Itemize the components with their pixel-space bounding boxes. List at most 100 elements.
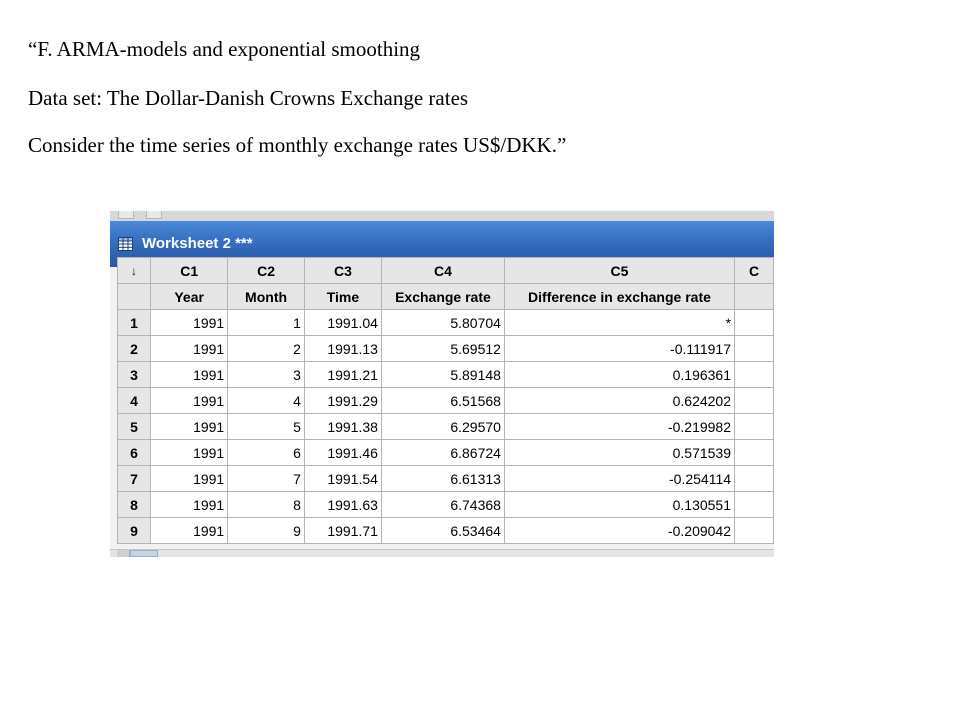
- scroll-thumb[interactable]: [130, 550, 158, 557]
- cell-time[interactable]: 1991.63: [303, 491, 382, 518]
- cell-exchange-rate[interactable]: 5.80704: [380, 309, 505, 336]
- cell-exchange-rate[interactable]: 6.74368: [380, 491, 505, 518]
- cell-year[interactable]: 1991: [150, 387, 229, 414]
- cell-month[interactable]: 8: [227, 491, 305, 518]
- cell-exchange-rate[interactable]: 5.89148: [380, 361, 505, 388]
- row-number[interactable]: 6: [116, 439, 152, 466]
- column-name-month[interactable]: Month: [227, 283, 305, 310]
- column-id-c4[interactable]: C4: [380, 257, 505, 284]
- table-row: 8 1991 8 1991.63 6.74368 0.130551: [116, 491, 774, 518]
- row-number[interactable]: 4: [116, 387, 152, 414]
- window-control-knob[interactable]: [146, 211, 162, 219]
- table-row: 2 1991 2 1991.13 5.69512 -0.111917: [116, 335, 774, 362]
- horizontal-scrollbar[interactable]: [110, 549, 774, 557]
- cell-year[interactable]: 1991: [150, 517, 229, 544]
- worksheet-title: Worksheet 2 ***: [142, 235, 253, 252]
- cell-month[interactable]: 6: [227, 439, 305, 466]
- row-number[interactable]: 5: [116, 413, 152, 440]
- row-number[interactable]: 2: [116, 335, 152, 362]
- cell-year[interactable]: 1991: [150, 439, 229, 466]
- cell-empty[interactable]: [734, 517, 774, 544]
- cell-time[interactable]: 1991.38: [303, 413, 382, 440]
- cell-year[interactable]: 1991: [150, 335, 229, 362]
- column-name-exchange-rate[interactable]: Exchange rate: [380, 283, 505, 310]
- cell-month[interactable]: 4: [227, 387, 305, 414]
- column-id-row: ↓ C1 C2 C3 C4 C5 C: [116, 257, 774, 284]
- slide-dataset-line: Data set: The Dollar-Danish Crowns Excha…: [28, 86, 469, 110]
- worksheet-window: Worksheet 2 *** ↓ C1 C2 C3 C4 C5 C Year …: [110, 211, 774, 557]
- cell-empty[interactable]: [734, 491, 774, 518]
- cell-time[interactable]: 1991.13: [303, 335, 382, 362]
- cell-year[interactable]: 1991: [150, 413, 229, 440]
- cell-exchange-rate[interactable]: 6.53464: [380, 517, 505, 544]
- column-id-c2[interactable]: C2: [227, 257, 305, 284]
- cell-time[interactable]: 1991.71: [303, 517, 382, 544]
- cell-exchange-rate[interactable]: 6.51568: [380, 387, 505, 414]
- cell-empty[interactable]: [734, 439, 774, 466]
- cell-empty[interactable]: [734, 335, 774, 362]
- slide-description-line: Consider the time series of monthly exch…: [28, 133, 567, 157]
- column-name-year[interactable]: Year: [150, 283, 229, 310]
- cell-time[interactable]: 1991.46: [303, 439, 382, 466]
- cell-month[interactable]: 5: [227, 413, 305, 440]
- row-number[interactable]: 1: [116, 309, 152, 336]
- cell-empty[interactable]: [734, 413, 774, 440]
- cell-year[interactable]: 1991: [150, 361, 229, 388]
- cell-time[interactable]: 1991.21: [303, 361, 382, 388]
- cell-difference[interactable]: 0.130551: [503, 491, 736, 518]
- row-number[interactable]: 8: [116, 491, 152, 518]
- cell-time[interactable]: 1991.54: [303, 465, 382, 492]
- scroll-left-arrow-icon[interactable]: [117, 550, 130, 557]
- column-id-c3[interactable]: C3: [303, 257, 382, 284]
- cell-year[interactable]: 1991: [150, 465, 229, 492]
- row-number[interactable]: 7: [116, 465, 152, 492]
- cell-exchange-rate[interactable]: 6.86724: [380, 439, 505, 466]
- cell-difference[interactable]: *: [503, 309, 736, 336]
- cell-difference[interactable]: 0.571539: [503, 439, 736, 466]
- cell-empty[interactable]: [734, 309, 774, 336]
- row-number[interactable]: 9: [116, 517, 152, 544]
- column-name-difference[interactable]: Difference in exchange rate: [503, 283, 736, 310]
- row-number[interactable]: 3: [116, 361, 152, 388]
- table-row: 1 1991 1 1991.04 5.80704 *: [116, 309, 774, 336]
- worksheet-grid: ↓ C1 C2 C3 C4 C5 C Year Month Time Excha…: [116, 257, 774, 544]
- table-row: 5 1991 5 1991.38 6.29570 -0.219982: [116, 413, 774, 440]
- window-control-knob[interactable]: [118, 211, 134, 219]
- table-row: 3 1991 3 1991.21 5.89148 0.196361: [116, 361, 774, 388]
- cell-difference[interactable]: -0.111917: [503, 335, 736, 362]
- cell-empty[interactable]: [734, 361, 774, 388]
- cell-time[interactable]: 1991.04: [303, 309, 382, 336]
- table-row: 6 1991 6 1991.46 6.86724 0.571539: [116, 439, 774, 466]
- column-name-row: Year Month Time Exchange rate Difference…: [116, 283, 774, 310]
- column-name-time[interactable]: Time: [303, 283, 382, 310]
- table-row: 9 1991 9 1991.71 6.53464 -0.209042: [116, 517, 774, 544]
- cell-difference[interactable]: -0.219982: [503, 413, 736, 440]
- cell-exchange-rate[interactable]: 6.29570: [380, 413, 505, 440]
- cell-empty[interactable]: [734, 387, 774, 414]
- cell-exchange-rate[interactable]: 5.69512: [380, 335, 505, 362]
- cell-time[interactable]: 1991.29: [303, 387, 382, 414]
- slide-heading: “F. ARMA-models and exponential smoothin…: [28, 37, 421, 61]
- table-row: 7 1991 7 1991.54 6.61313 -0.254114: [116, 465, 774, 492]
- table-row: 4 1991 4 1991.29 6.51568 0.624202: [116, 387, 774, 414]
- worksheet-grid-icon: [118, 237, 133, 251]
- cell-exchange-rate[interactable]: 6.61313: [380, 465, 505, 492]
- column-id-c5[interactable]: C5: [503, 257, 736, 284]
- cell-empty[interactable]: [734, 465, 774, 492]
- sort-arrow-icon[interactable]: ↓: [116, 257, 152, 284]
- column-id-c6[interactable]: C: [734, 257, 774, 284]
- cell-difference[interactable]: 0.624202: [503, 387, 736, 414]
- cell-difference[interactable]: -0.254114: [503, 465, 736, 492]
- cell-year[interactable]: 1991: [150, 309, 229, 336]
- cell-month[interactable]: 1: [227, 309, 305, 336]
- cell-month[interactable]: 9: [227, 517, 305, 544]
- cell-month[interactable]: 7: [227, 465, 305, 492]
- cell-difference[interactable]: -0.209042: [503, 517, 736, 544]
- cell-year[interactable]: 1991: [150, 491, 229, 518]
- column-name-c6[interactable]: [734, 283, 774, 310]
- cell-month[interactable]: 3: [227, 361, 305, 388]
- cell-difference[interactable]: 0.196361: [503, 361, 736, 388]
- column-id-c1[interactable]: C1: [150, 257, 229, 284]
- cell-month[interactable]: 2: [227, 335, 305, 362]
- name-row-corner: [116, 283, 152, 310]
